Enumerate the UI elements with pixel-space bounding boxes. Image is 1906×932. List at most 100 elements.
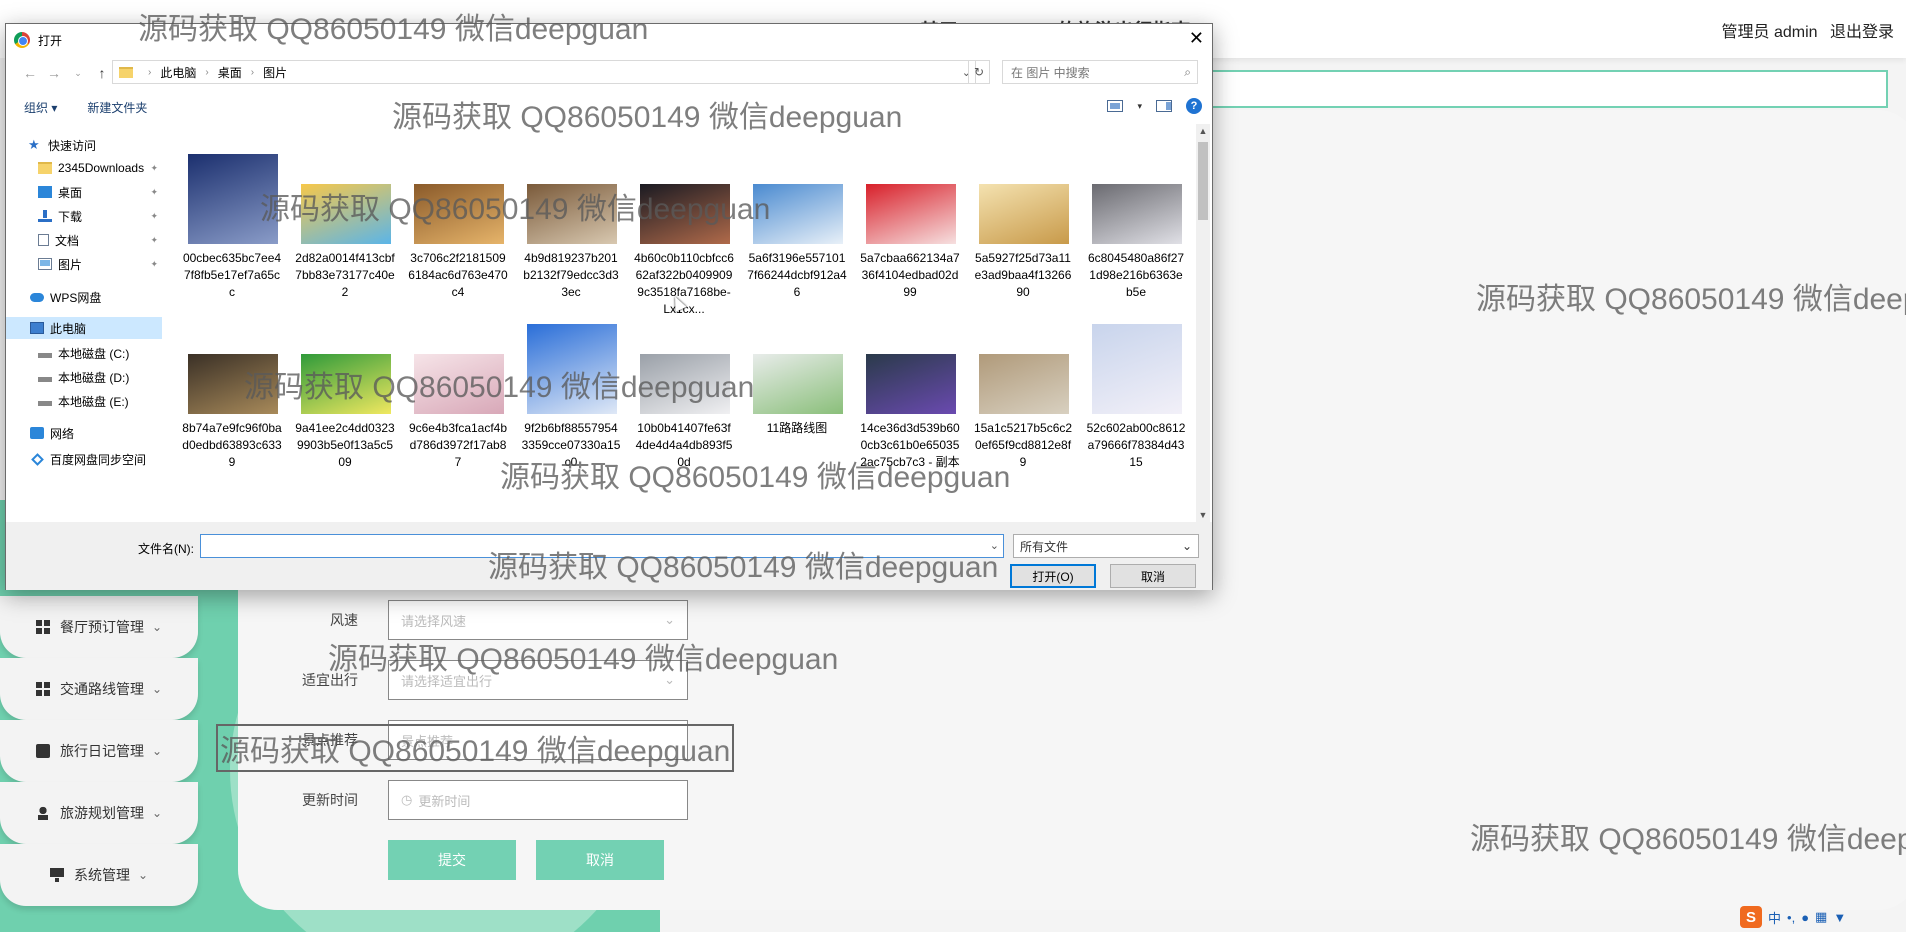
image-thumbnail [527, 324, 617, 414]
submit-button[interactable]: 提交 [388, 840, 516, 880]
nav-drive-c[interactable]: 本地磁盘 (C:) [6, 342, 162, 364]
sidebar-item-restaurant[interactable]: 餐厅预订管理 ⌄ [0, 596, 198, 658]
drive-icon [38, 395, 52, 407]
forward-icon[interactable]: → [42, 65, 66, 81]
scrollbar-thumb[interactable] [1198, 142, 1208, 220]
nav-label: WPS网盘 [50, 290, 102, 305]
search-input[interactable]: 在 图片 中搜索 ⌕ [1002, 60, 1198, 84]
filetype-select[interactable]: 所有文件 ⌄ [1013, 534, 1199, 558]
download-icon [38, 210, 52, 222]
view-mode-icon[interactable] [1107, 100, 1124, 112]
suitable-select[interactable]: 请选择适宜出行 ⌄ [388, 660, 688, 700]
up-icon[interactable]: ↑ [90, 65, 114, 81]
chevron-right-icon: › [250, 66, 255, 78]
nav-drive-e[interactable]: 本地磁盘 (E:) [6, 390, 162, 412]
help-icon[interactable]: ? [1186, 98, 1202, 114]
new-folder-button[interactable]: 新建文件夹 [87, 99, 147, 116]
computer-icon [30, 322, 44, 334]
nav-label: 本地磁盘 (D:) [58, 370, 130, 385]
file-name: 4b9d819237b201b2132f79edcc3d33ec [523, 251, 619, 299]
monitor-icon [49, 868, 64, 882]
scroll-up-icon[interactable]: ▲ [1196, 126, 1210, 136]
form-row-recommend: 景点推荐 景点推荐 [280, 720, 688, 760]
pin-icon: ✦ [150, 162, 158, 173]
file-name: 00cbec635bc7ee47f8fb5e17ef7a65cc [182, 251, 282, 299]
file-name: 5a5927f25d73a11e3ad9baa4f1326690 [974, 251, 1072, 299]
filename-label: 文件名(N): [138, 542, 194, 556]
sidebar-item-label: 系统管理 [73, 867, 130, 883]
filename-input[interactable]: ⌄ [200, 534, 1004, 558]
nav-item-desktop[interactable]: 桌面 ✦ [6, 181, 162, 203]
nav-item-pictures[interactable]: 图片 ✦ [6, 253, 162, 275]
chevron-right-icon: › [205, 66, 209, 78]
back-icon[interactable]: ← [18, 65, 42, 81]
cloud-icon [30, 292, 44, 302]
image-thumbnail [753, 184, 843, 244]
nav-item-2345downloads[interactable]: 2345Downloads ✦ [6, 157, 162, 179]
sidebar-item-plan[interactable]: 旅游规划管理 ⌄ [0, 782, 198, 844]
sidebar-item-diary[interactable]: 旅行日记管理 ⌄ [0, 720, 198, 782]
desktop-icon [38, 186, 52, 198]
file-name: 9f2b6bf885579543359cce07330a15c0 [521, 421, 621, 469]
scrollbar[interactable]: ▲ ▼ [1196, 124, 1210, 522]
scroll-down-icon[interactable]: ▼ [1196, 510, 1210, 520]
form-row-suitable: 适宜出行 请选择适宜出行 ⌄ [280, 660, 688, 700]
nav-drive-d[interactable]: 本地磁盘 (D:) [6, 366, 162, 388]
chevron-right-icon: › [148, 66, 152, 78]
nav-label: 快速访问 [48, 138, 97, 153]
sogou-icon[interactable]: S [1740, 906, 1762, 928]
grid-icon [35, 620, 50, 634]
pin-icon: ✦ [150, 210, 158, 221]
sidebar-item-route[interactable]: 交通路线管理 ⌄ [0, 658, 198, 720]
nav-this-pc[interactable]: 此电脑 [6, 317, 162, 339]
image-thumbnail [640, 354, 730, 414]
chevron-down-icon: ⌄ [1181, 539, 1192, 553]
file-name: 52c602ab00c8612a79666f78384d4315 [1086, 421, 1186, 469]
update-time-picker[interactable]: ◷ 更新时间 [388, 780, 688, 820]
sidebar-item-label: 餐厅预订管理 [59, 619, 144, 635]
wind-select[interactable]: 请选择风速 ⌄ [388, 600, 688, 640]
breadcrumb-item[interactable]: 此电脑 [160, 64, 196, 81]
refresh-icon[interactable]: ↻ [968, 60, 990, 84]
organize-button[interactable]: 组织 ▾ [24, 99, 57, 116]
dialog-title: 打开 [38, 33, 63, 48]
mic-icon[interactable]: ● [1801, 910, 1809, 925]
logout-link[interactable]: 退出登录 [1830, 24, 1894, 41]
cancel-button[interactable]: 取消 [536, 840, 664, 880]
address-bar[interactable]: › 此电脑 › 桌面 › 图片 ⌄ [112, 60, 976, 84]
nav-baidu[interactable]: 百度网盘同步空间 [6, 448, 162, 470]
nav-wps[interactable]: WPS网盘 [6, 286, 162, 308]
image-thumbnail [866, 354, 956, 414]
nav-quick-access[interactable]: ★ 快速访问 [6, 134, 162, 156]
nav-label: 此电脑 [50, 321, 87, 336]
breadcrumb-item[interactable]: 桌面 [218, 64, 242, 81]
ime-mode[interactable]: 中 [1768, 908, 1781, 927]
file-name: 3c706c2f21815096184ac6d763e470c4 [408, 251, 508, 299]
file-name: 15a1c5217b5c6c20ef65f9cd8812e8f9 [973, 421, 1073, 469]
recent-chevron-icon[interactable]: ⌄ [66, 68, 90, 79]
network-icon [30, 427, 44, 439]
recommend-input[interactable]: 景点推荐 [388, 720, 688, 760]
nav-item-documents[interactable]: 文档 ✦ [6, 229, 162, 251]
close-icon[interactable]: ✕ [1189, 28, 1204, 49]
pictures-icon [38, 258, 52, 270]
chevron-down-icon[interactable]: ⌄ [990, 539, 999, 552]
placeholder-text: 更新时间 [418, 793, 471, 809]
chevron-down-icon[interactable]: ▾ [1137, 101, 1142, 112]
chevron-down-icon: ⌄ [137, 868, 149, 882]
drive-icon [38, 371, 52, 383]
open-button[interactable]: 打开(O) [1010, 564, 1096, 588]
address-row: ← → ⌄ ↑ › 此电脑 › 桌面 › 图片 ⌄ ↻ 在 图片 中搜索 ⌕ [6, 60, 1212, 86]
shirt-icon[interactable]: ▼ [1833, 910, 1846, 925]
punctuation-icon[interactable]: •, [1787, 910, 1795, 925]
nav-item-downloads[interactable]: 下载 ✦ [6, 205, 162, 227]
preview-pane-icon[interactable] [1156, 100, 1172, 112]
nav-network[interactable]: 网络 [6, 422, 162, 444]
dialog-cancel-button[interactable]: 取消 [1110, 564, 1196, 588]
navigation-pane: ★ 快速访问 2345Downloads ✦ 桌面 ✦ 下载 ✦ 文档 ✦ 图片… [6, 124, 162, 522]
breadcrumb-item[interactable]: 图片 [263, 64, 287, 81]
star-icon: ★ [28, 137, 40, 152]
view-controls: ▾ ? [1107, 98, 1202, 114]
sidebar-item-system[interactable]: 系统管理 ⌄ [0, 844, 198, 906]
keyboard-icon[interactable]: ▦ [1815, 909, 1827, 925]
